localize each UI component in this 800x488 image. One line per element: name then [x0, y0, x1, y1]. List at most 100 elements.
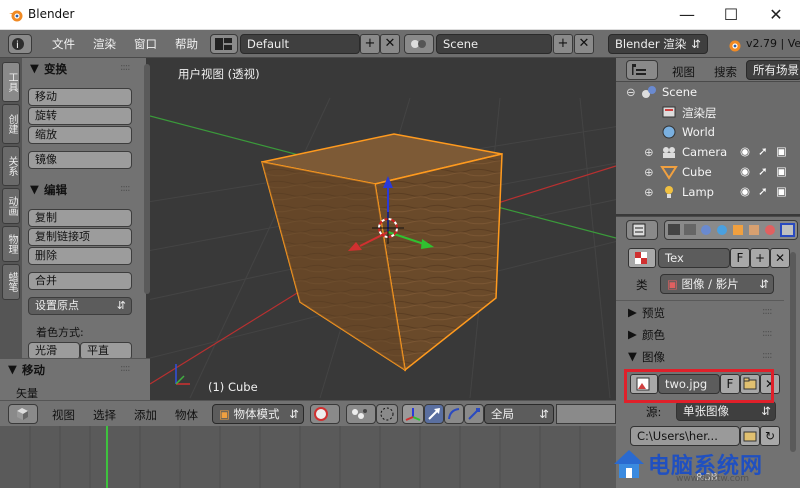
collapse-arrow-icon[interactable]: ▼ — [628, 349, 637, 363]
display-mode-dropdown[interactable]: 所有场景 — [746, 60, 800, 80]
scale-button[interactable]: 缩放 — [28, 126, 132, 144]
scene-browse-button[interactable] — [404, 34, 434, 54]
menu-window[interactable]: 窗口 — [134, 36, 157, 52]
transform-orientation-dropdown[interactable]: 全局 ⇵ — [484, 404, 554, 424]
drag-grip-icon[interactable]: :::: — [120, 62, 131, 73]
selectable-cursor-icon[interactable]: ➚ — [758, 164, 768, 178]
tab-animation[interactable]: 动画 — [2, 188, 20, 224]
layer-buttons[interactable] — [556, 404, 616, 424]
renderable-camera-icon[interactable]: ▣ — [776, 144, 787, 158]
selectable-cursor-icon[interactable]: ➚ — [758, 184, 768, 198]
set-origin-dropdown[interactable]: 设置原点 ⇵ — [28, 297, 132, 315]
outliner-menu-view[interactable]: 视图 — [672, 64, 695, 80]
preview-section-title[interactable]: 预览 — [642, 305, 665, 321]
menu-render[interactable]: 渲染 — [93, 36, 116, 52]
close-window-button[interactable]: ✕ — [754, 0, 798, 30]
reload-image-button[interactable]: ↻ — [760, 426, 780, 446]
colors-section-title[interactable]: 颜色 — [642, 327, 665, 343]
outliner-row-scene[interactable]: ⊖ Scene — [616, 82, 800, 102]
unlink-texture-button[interactable]: ✕ — [770, 248, 790, 268]
tab-create[interactable]: 创建 — [2, 104, 20, 144]
collapse-arrow-icon[interactable]: ▼ — [30, 182, 39, 196]
translate-manipulator-button[interactable] — [424, 404, 444, 424]
visibility-eye-icon[interactable]: ◉ — [740, 164, 750, 178]
texture-type-dropdown[interactable]: ▣ 图像 / 影片 ⇵ — [660, 274, 774, 294]
outliner-row-cube[interactable]: ⊕ Cube ◉ ➚ ▣ — [616, 162, 800, 182]
outliner-row-render-layers[interactable]: 渲染层 — [616, 102, 800, 122]
browse-filepath-button[interactable] — [740, 426, 760, 446]
tab-tools[interactable]: 工具 — [2, 62, 20, 102]
delete-button[interactable]: 删除 — [28, 247, 132, 265]
duplicate-linked-button[interactable]: 复制链接项 — [28, 228, 132, 246]
join-button[interactable]: 合并 — [28, 272, 132, 290]
edit-panel-title[interactable]: 编辑 — [44, 182, 67, 198]
menu-add[interactable]: 添加 — [134, 407, 157, 423]
properties-scrollbar[interactable] — [790, 252, 796, 452]
visibility-eye-icon[interactable]: ◉ — [740, 144, 750, 158]
editor-type-outliner-button[interactable] — [626, 60, 658, 80]
image-filepath-field[interactable]: C:\Users\her... — [630, 426, 740, 446]
translate-button[interactable]: 移动 — [28, 88, 132, 106]
menu-help[interactable]: 帮助 — [175, 36, 198, 52]
scale-manipulator-button[interactable] — [464, 404, 484, 424]
drag-grip-icon[interactable]: :::: — [762, 350, 773, 361]
manipulator-center-button[interactable] — [376, 404, 398, 424]
timeline-area[interactable] — [0, 426, 616, 488]
outliner-row-camera[interactable]: ⊕ Camera ◉ ➚ ▣ — [616, 142, 800, 162]
rotate-button[interactable]: 旋转 — [28, 107, 132, 125]
collapse-toggle-icon[interactable]: ⊖ — [626, 85, 636, 99]
outliner-row-lamp[interactable]: ⊕ Lamp ◉ ➚ ▣ — [616, 182, 800, 202]
expand-arrow-icon[interactable]: ▶ — [628, 305, 637, 319]
expand-toggle-icon[interactable]: ⊕ — [644, 165, 654, 179]
visibility-eye-icon[interactable]: ◉ — [740, 184, 750, 198]
delete-layout-button[interactable]: ✕ — [380, 34, 400, 54]
add-scene-button[interactable]: + — [553, 34, 573, 54]
tab-grease-pencil[interactable]: 蜡笔 — [2, 264, 20, 300]
viewport-shading-button[interactable] — [310, 404, 340, 424]
drag-grip-icon[interactable]: :::: — [120, 363, 131, 374]
editor-type-info-button[interactable]: i — [8, 34, 32, 54]
image-section-title[interactable]: 图像 — [642, 349, 665, 365]
rotate-manipulator-button[interactable] — [444, 404, 464, 424]
expand-toggle-icon[interactable]: ⊕ — [644, 185, 654, 199]
drag-grip-icon[interactable]: :::: — [120, 183, 131, 194]
menu-select[interactable]: 选择 — [93, 407, 116, 423]
editor-type-properties-button[interactable] — [626, 220, 658, 240]
renderable-camera-icon[interactable]: ▣ — [776, 164, 787, 178]
renderable-camera-icon[interactable]: ▣ — [776, 184, 787, 198]
tab-relations[interactable]: 关系 — [2, 146, 20, 186]
operator-title[interactable]: 移动 — [22, 362, 45, 378]
tab-physics[interactable]: 物理 — [2, 226, 20, 262]
scene-name-field[interactable]: Scene — [436, 34, 552, 54]
delete-scene-button[interactable]: ✕ — [574, 34, 594, 54]
minimize-button[interactable]: — — [665, 0, 709, 30]
collapse-arrow-icon[interactable]: ▼ — [8, 362, 17, 376]
mirror-button[interactable]: 镜像 — [28, 151, 132, 169]
add-layout-button[interactable]: + — [360, 34, 380, 54]
texture-browse-button[interactable] — [628, 248, 656, 268]
outliner-row-world[interactable]: World — [616, 122, 800, 142]
manipulator-toggle-button[interactable] — [402, 404, 424, 424]
layout-name-field[interactable]: Default — [240, 34, 360, 54]
3d-viewport[interactable]: 用户视图 (透视) (1) Cube — [150, 58, 616, 400]
collapse-arrow-icon[interactable]: ▼ — [30, 61, 39, 75]
interaction-mode-dropdown[interactable]: ▣ 物体模式 ⇵ — [212, 404, 304, 424]
drag-grip-icon[interactable]: :::: — [762, 328, 773, 339]
texture-name-field[interactable]: Tex — [658, 248, 730, 268]
layout-browse-button[interactable] — [210, 34, 238, 54]
render-engine-dropdown[interactable]: Blender 渲染 ⇵ — [608, 34, 708, 54]
pivot-point-button[interactable] — [346, 404, 376, 424]
context-tabs[interactable] — [664, 220, 798, 240]
image-source-dropdown[interactable]: 单张图像 ⇵ — [676, 401, 776, 421]
outliner-menu-search[interactable]: 搜索 — [714, 64, 737, 80]
menu-file[interactable]: 文件 — [52, 36, 75, 52]
maximize-button[interactable]: ☐ — [709, 0, 753, 30]
drag-grip-icon[interactable]: :::: — [762, 306, 773, 317]
transform-panel-title[interactable]: 变换 — [44, 61, 67, 77]
menu-view[interactable]: 视图 — [52, 407, 75, 423]
new-texture-button[interactable]: + — [750, 248, 770, 268]
duplicate-button[interactable]: 复制 — [28, 209, 132, 227]
expand-toggle-icon[interactable]: ⊕ — [644, 145, 654, 159]
expand-arrow-icon[interactable]: ▶ — [628, 327, 637, 341]
selectable-cursor-icon[interactable]: ➚ — [758, 144, 768, 158]
